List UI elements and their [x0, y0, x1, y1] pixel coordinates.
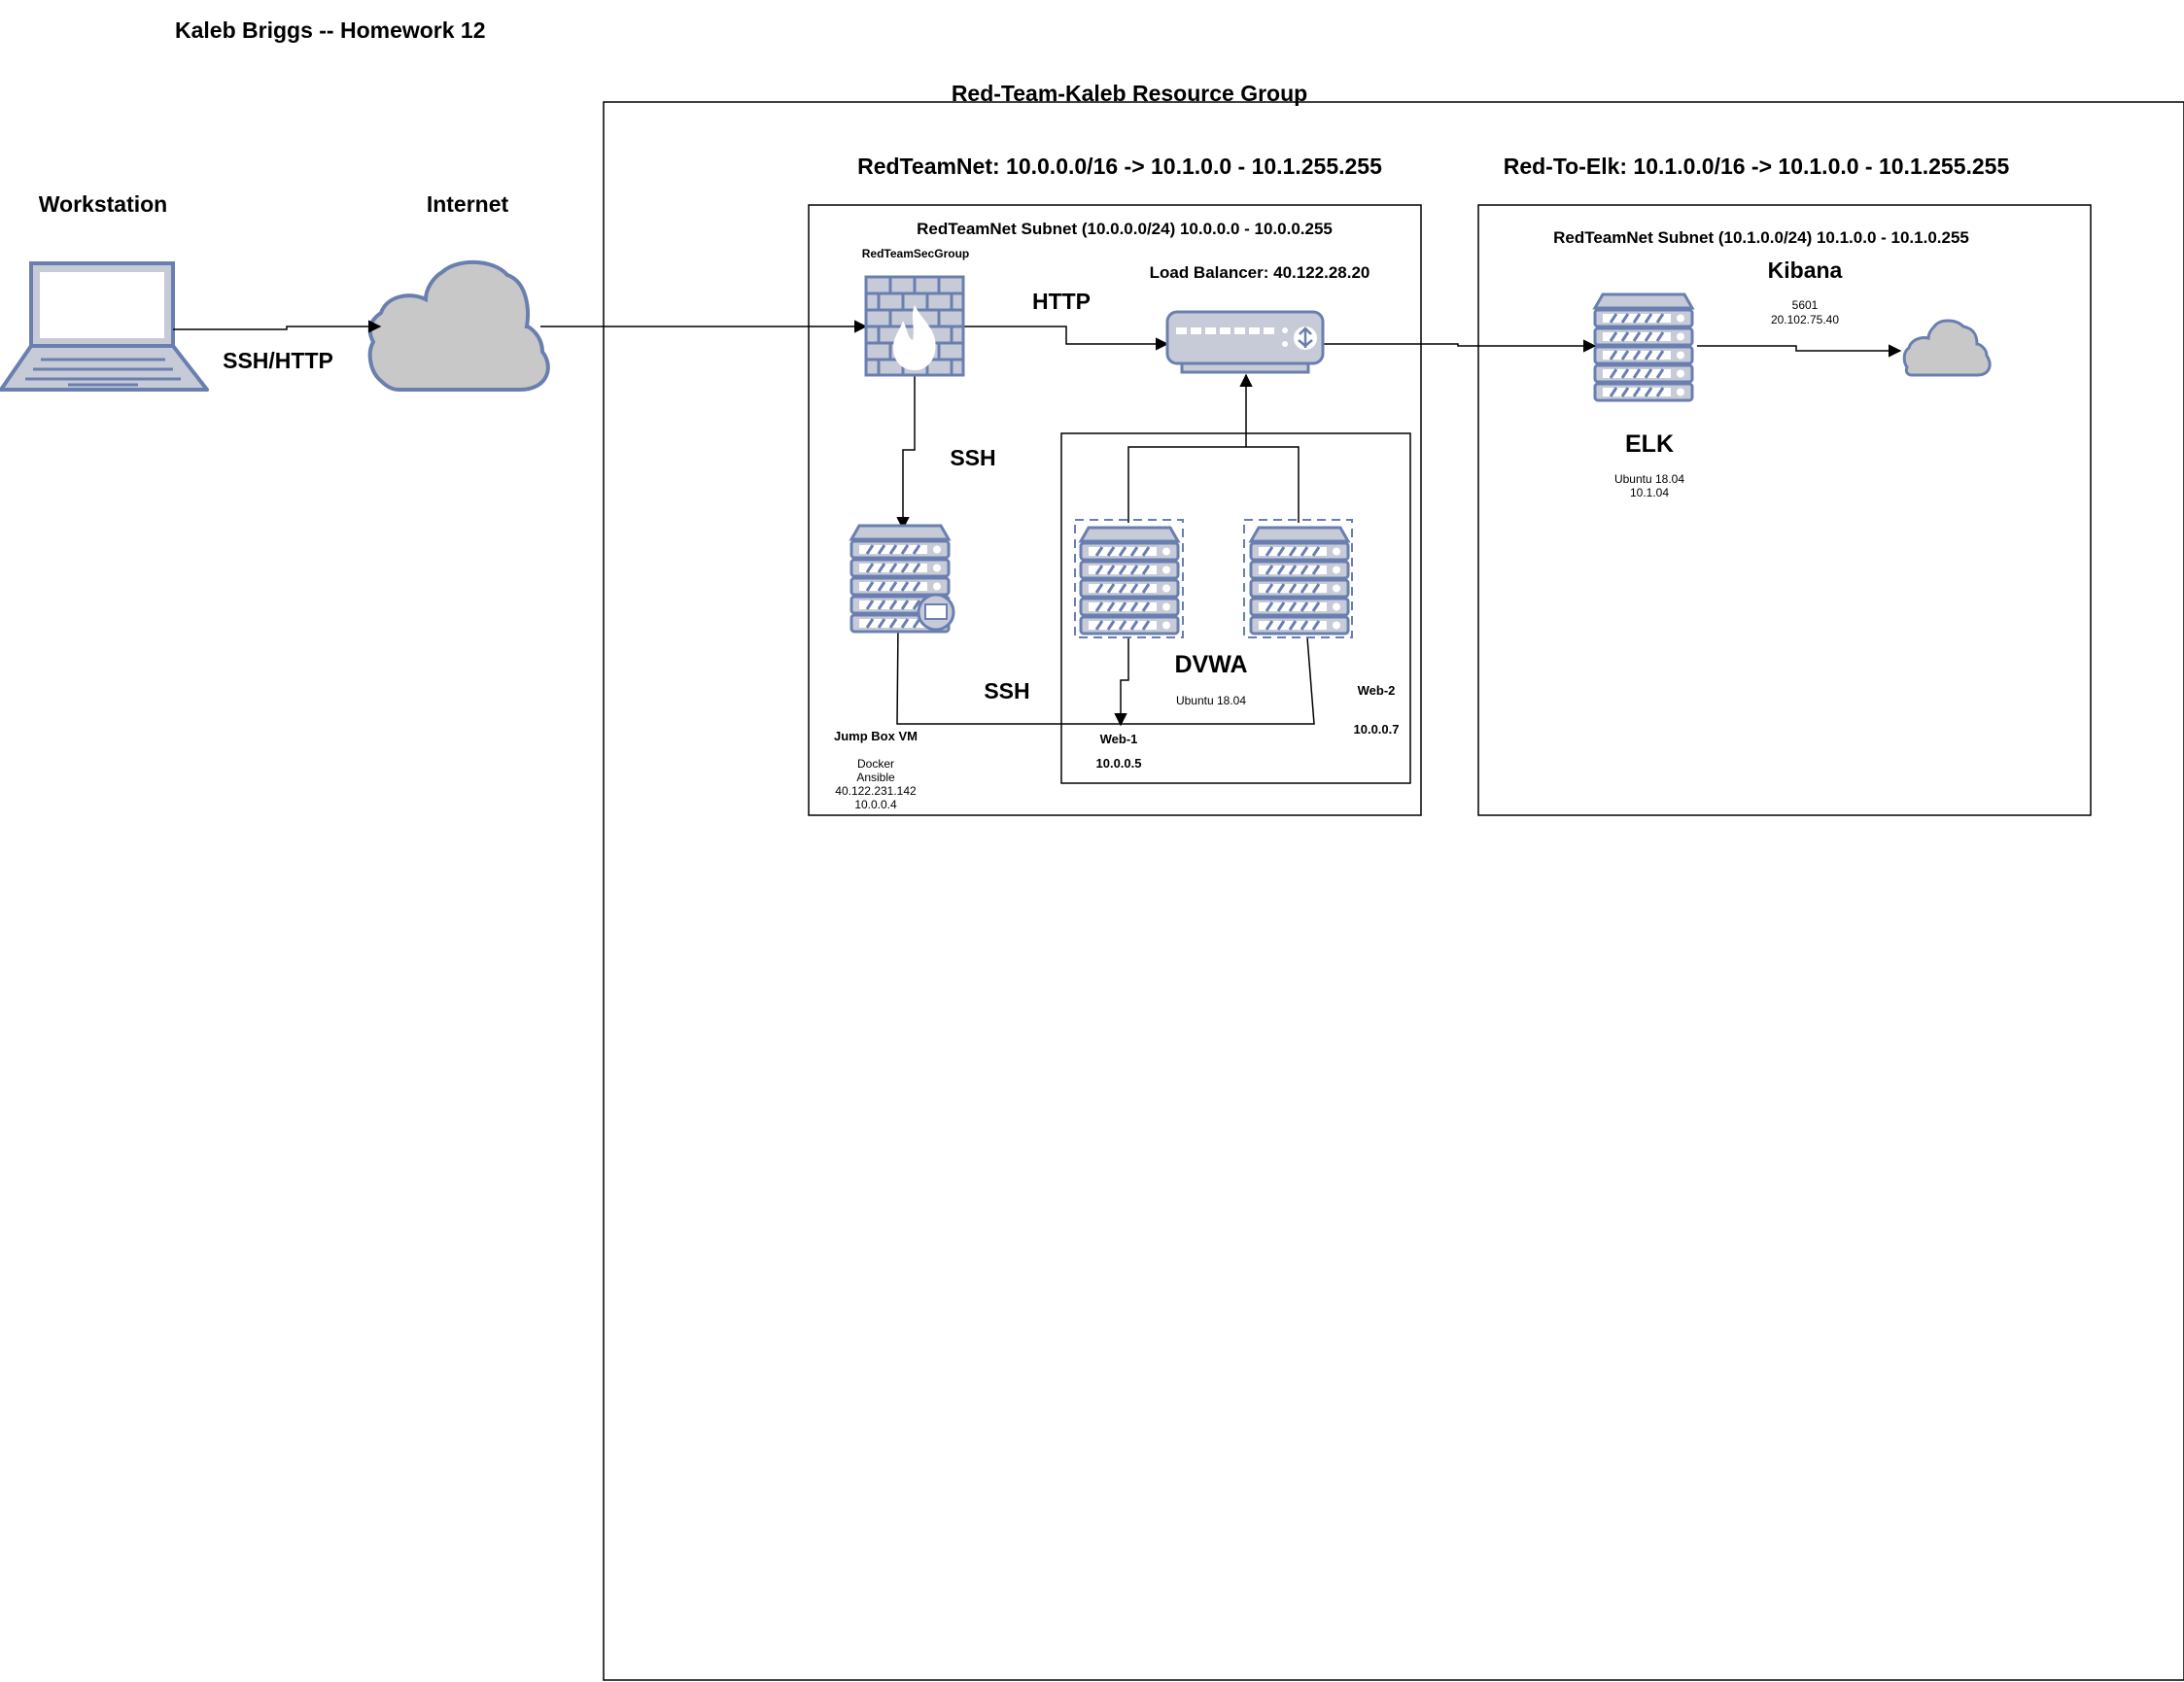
- lb-elk-link: [1323, 339, 1597, 353]
- jumpbox-private-ip: 10.0.0.4: [854, 798, 897, 811]
- kibana-label: Kibana: [1768, 257, 1843, 283]
- web1-server-icon: [1079, 526, 1180, 635]
- workstation-label: Workstation: [39, 191, 167, 217]
- firewall-jumpbox-link: [896, 375, 916, 531]
- kibana-ip: 20.102.75.40: [1771, 313, 1839, 326]
- elk-subnet-label: RedTeamNet Subnet (10.1.0.0/24) 10.1.0.0…: [1553, 228, 1969, 247]
- jumpbox-web1-link: [1114, 637, 1129, 727]
- workstation-internet-link: [173, 320, 382, 333]
- web-pool-link: [1127, 446, 1300, 523]
- web1-ip: 10.0.0.5: [1096, 756, 1142, 771]
- firewall-icon: [864, 275, 965, 377]
- kibana-cloud-icon: [1902, 319, 1992, 377]
- elk-name: ELK: [1625, 430, 1674, 458]
- ssh-jumpbox-label: SSH: [950, 445, 995, 470]
- internet-cloud-icon: [367, 259, 550, 392]
- jumpbox-ansible: Ansible: [856, 771, 895, 784]
- network-diagram: Kaleb Briggs -- Homework 12 Red-Team-Kal…: [0, 17, 2184, 1681]
- jumpbox-web-link: [896, 624, 1315, 725]
- web2-name: Web-2: [1358, 683, 1396, 698]
- dvwa-os: Ubuntu 18.04: [1176, 694, 1246, 707]
- web2-ip: 10.0.0.7: [1354, 722, 1400, 737]
- security-group-label: RedTeamSecGroup: [862, 247, 969, 260]
- web2-server-icon: [1249, 526, 1350, 635]
- ssh-http-link-label: SSH/HTTP: [223, 348, 333, 373]
- load-balancer-label: Load Balancer: 40.122.28.20: [1150, 263, 1370, 282]
- elk-subnet-box: [1477, 204, 2092, 816]
- elk-kibana-link: [1697, 344, 1902, 358]
- elk-vnet-label: Red-To-Elk: 10.1.0.0/16 -> 10.1.0.0 - 10…: [1504, 154, 2010, 179]
- firewall-lb-link: [963, 326, 1169, 351]
- diagram-title: Kaleb Briggs -- Homework 12: [175, 17, 486, 43]
- resource-group-label: Red-Team-Kaleb Resource Group: [952, 81, 1307, 106]
- elk-server-icon: [1593, 292, 1694, 402]
- monitor-badge-icon: [917, 593, 955, 632]
- elk-os: Ubuntu 18.04: [1614, 472, 1684, 486]
- elk-ip: 10.1.04: [1630, 486, 1669, 499]
- jumpbox-name: Jump Box VM: [834, 729, 918, 743]
- ssh-web-label: SSH: [984, 678, 1029, 704]
- redteam-vnet-label: RedTeamNet: 10.0.0.0/16 -> 10.1.0.0 - 10…: [857, 154, 1382, 179]
- kibana-port: 5601: [1792, 298, 1819, 312]
- jumpbox-public-ip: 40.122.231.142: [835, 784, 917, 798]
- jumpbox-docker: Docker: [857, 757, 894, 771]
- load-balancer-icon: [1165, 310, 1325, 374]
- redteam-subnet-label: RedTeamNet Subnet (10.0.0.0/24) 10.0.0.0…: [917, 220, 1333, 238]
- internet-label: Internet: [427, 191, 509, 217]
- laptop-icon: [0, 261, 209, 392]
- web1-name: Web-1: [1100, 732, 1138, 746]
- dvwa-title: DVWA: [1175, 651, 1248, 678]
- http-link-label: HTTP: [1032, 289, 1091, 314]
